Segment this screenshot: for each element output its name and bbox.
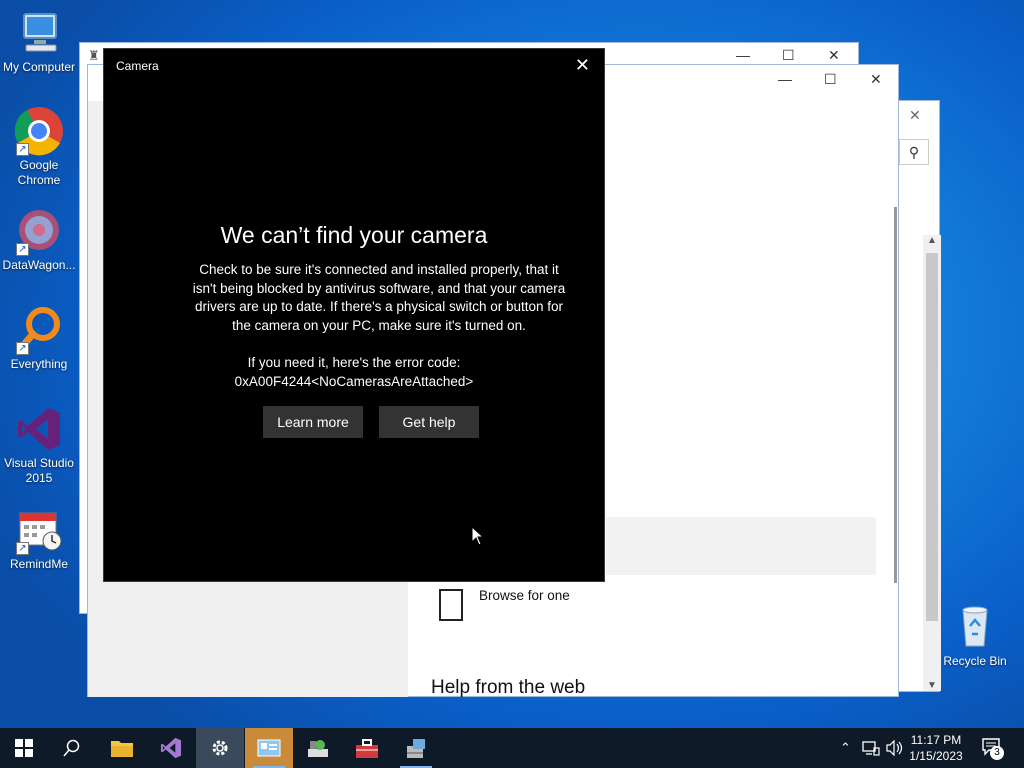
settings-button[interactable] <box>196 728 244 768</box>
camera-error-dialog: Camera ✕ We can’t find your camera Check… <box>103 48 605 582</box>
maximize-button[interactable]: ☐ <box>824 71 837 88</box>
action-center-button[interactable]: 3 <box>982 738 1004 760</box>
network-icon <box>862 741 880 756</box>
clock-time: 11:17 PM <box>910 733 962 747</box>
chevron-up-icon: ⌃ <box>840 740 851 755</box>
file-explorer-button[interactable] <box>98 728 146 768</box>
learn-more-button[interactable]: Learn more <box>263 406 363 438</box>
search-icon <box>63 739 80 757</box>
start-icon <box>15 739 33 757</box>
chrome-icon: ↗ <box>14 106 64 156</box>
help-from-web-heading: Help from the web <box>431 677 586 698</box>
shortcut-arrow-icon: ↗ <box>16 143 29 156</box>
control-panel-icon <box>257 739 281 757</box>
desktop-icon-label: Google Chrome <box>17 158 61 187</box>
file-explorer-icon <box>111 741 133 757</box>
shortcut-arrow-icon: ↗ <box>16 542 29 555</box>
settings-icon <box>212 740 228 756</box>
search-button[interactable]: ⚲ <box>899 139 929 165</box>
desktop-icon-recycle-bin[interactable]: Recycle Bin <box>936 602 1014 669</box>
datawagon-icon: ↗ <box>14 206 64 256</box>
desktop-icon-remindme[interactable]: ↗ RemindMe <box>0 505 78 572</box>
desktop-icon-chrome[interactable]: ↗ Google Chrome <box>0 106 78 188</box>
close-button[interactable]: ✕ <box>909 107 921 124</box>
mouse-cursor-icon <box>471 525 485 551</box>
volume-button[interactable] <box>886 739 904 759</box>
clock-date: 1/15/2023 <box>909 749 963 763</box>
minimize-button[interactable]: — <box>778 71 792 87</box>
taskbar: ⌃ 11:17 PM 1/15/2023 3 <box>0 728 1024 768</box>
network-tool-icon <box>308 740 328 757</box>
everything-search-icon: ↗ <box>14 305 64 355</box>
option-row-highlight[interactable] <box>606 517 876 575</box>
visual-studio-button[interactable] <box>147 728 195 768</box>
get-help-button[interactable]: Get help <box>379 406 479 438</box>
notification-badge: 3 <box>990 746 1004 760</box>
volume-icon <box>886 739 903 757</box>
installer-button[interactable] <box>392 728 440 768</box>
minimize-button[interactable]: — <box>736 47 750 63</box>
close-button[interactable]: ✕ <box>828 47 840 64</box>
desktop-icon-label: RemindMe <box>9 557 69 571</box>
desktop-icon-label: Visual Studio 2015 <box>4 456 74 485</box>
scrollbar[interactable]: ▲ ▼ <box>923 235 941 691</box>
close-icon[interactable]: ✕ <box>575 55 590 76</box>
computer-icon <box>14 8 64 58</box>
desktop-icon-everything[interactable]: ↗ Everything <box>0 305 78 372</box>
desktop-icon-label: Everything <box>10 357 68 371</box>
desktop-icon-datawagon[interactable]: ↗ DataWagon... <box>0 206 78 273</box>
error-code: 0xA00F4244<NoCamerasAreAttached> <box>234 373 474 389</box>
browse-for-one-link[interactable]: Browse for one <box>479 588 570 603</box>
error-heading: We can’t find your camera <box>220 222 488 248</box>
maximize-button[interactable]: ☐ <box>782 47 795 64</box>
toolbox-icon <box>356 739 378 758</box>
clock[interactable]: 11:17 PM 1/15/2023 <box>904 732 968 764</box>
close-button[interactable]: ✕ <box>870 71 882 88</box>
scroll-down-icon[interactable]: ▼ <box>923 680 941 691</box>
show-hidden-icons-button[interactable]: ⌃ <box>840 740 851 756</box>
shortcut-arrow-icon: ↗ <box>16 243 29 256</box>
browse-file-icon <box>439 589 463 621</box>
desktop-icon-my-computer[interactable]: My Computer <box>0 8 78 75</box>
scroll-up-icon[interactable]: ▲ <box>923 235 941 246</box>
start-button[interactable] <box>0 728 48 768</box>
search-icon: ⚲ <box>908 144 920 160</box>
installer-icon <box>407 739 425 758</box>
toolbox-button[interactable] <box>343 728 391 768</box>
visual-studio-icon <box>160 737 182 759</box>
network-status-button[interactable] <box>862 740 880 759</box>
scroll-indicator <box>894 207 897 583</box>
visual-studio-icon <box>14 404 64 454</box>
shortcut-arrow-icon: ↗ <box>16 342 29 355</box>
dialog-title: Camera <box>116 59 159 73</box>
scrollbar-thumb[interactable] <box>926 253 938 621</box>
network-tool-button[interactable] <box>294 728 342 768</box>
error-code-intro: If you need it, here's the error code: <box>247 355 461 370</box>
window-app-icon: ♜ <box>88 48 100 63</box>
desktop-icon-label: DataWagon... <box>2 258 76 272</box>
desktop-icon-visual-studio[interactable]: Visual Studio 2015 <box>0 404 78 486</box>
recycle-bin-icon <box>950 602 1000 652</box>
error-code-block: If you need it, here's the error code: 0… <box>104 354 604 391</box>
desktop-icon-label: Recycle Bin <box>943 654 1007 668</box>
search-button[interactable] <box>48 728 96 768</box>
error-description: Check to be sure it's connected and inst… <box>192 262 566 333</box>
control-panel-button[interactable] <box>245 728 293 768</box>
desktop-icon-label: My Computer <box>2 60 76 74</box>
calendar-clock-icon: ↗ <box>14 505 64 555</box>
